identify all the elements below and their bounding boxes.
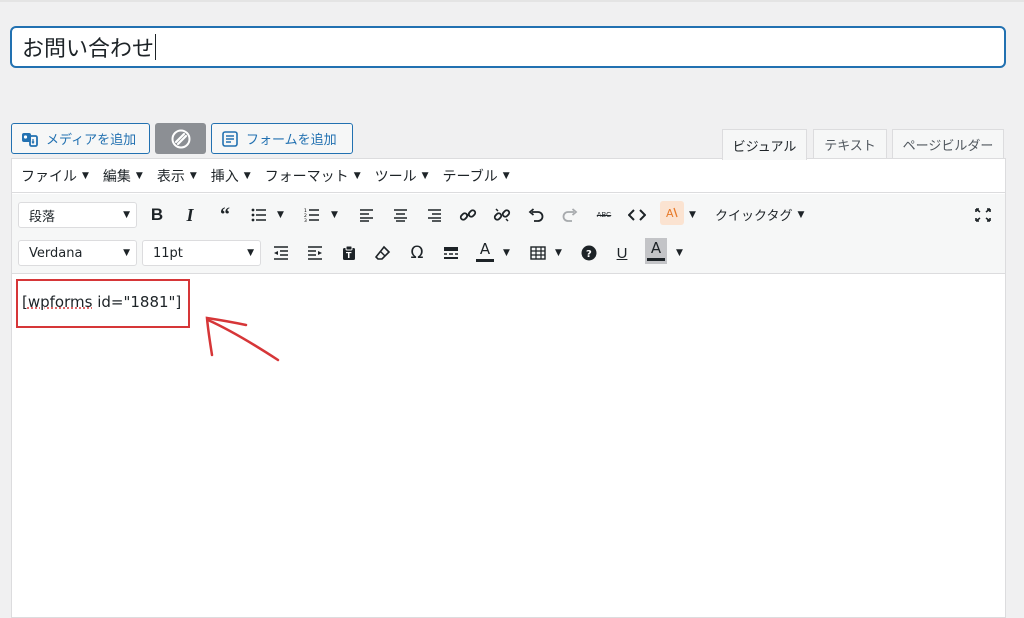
chevron-down-icon[interactable]: ▼ xyxy=(503,248,510,258)
chevron-down-icon: ▼ xyxy=(797,209,805,220)
add-media-button[interactable]: メディアを追加 xyxy=(11,123,150,154)
quick-tags-dropdown[interactable]: クイックタグ ▼ xyxy=(715,205,804,224)
tab-visual-label: ビジュアル xyxy=(732,139,797,155)
paste-text-icon[interactable]: T xyxy=(338,241,360,265)
svg-text:?: ? xyxy=(586,249,592,260)
bold-icon[interactable]: B xyxy=(146,203,168,227)
chevron-down-icon: ▼ xyxy=(123,210,130,220)
code-icon[interactable] xyxy=(626,203,648,227)
table-icon[interactable] xyxy=(527,241,549,265)
special-character-icon[interactable]: Ω xyxy=(406,241,428,265)
menu-tools[interactable]: ツール ▼ xyxy=(375,166,429,186)
font-size-value: 11pt xyxy=(153,245,183,261)
redo-icon[interactable] xyxy=(559,203,581,227)
menu-edit[interactable]: 編集 ▼ xyxy=(103,166,143,186)
align-center-icon[interactable] xyxy=(389,203,411,227)
menu-view[interactable]: 表示 ▼ xyxy=(157,166,197,186)
toolbar-row-2: Verdana ▼ 11pt ▼ T Ω A ▼ ▼ ? U A ▼ xyxy=(12,232,1005,274)
menu-insert[interactable]: 挿入 ▼ xyxy=(211,166,251,186)
plugin-button[interactable] xyxy=(155,123,206,154)
tab-visual[interactable]: ビジュアル xyxy=(722,129,807,160)
chevron-down-icon: ▼ xyxy=(189,170,197,181)
media-icon xyxy=(22,132,38,147)
tab-text[interactable]: テキスト xyxy=(813,129,887,159)
chevron-down-icon: ▼ xyxy=(502,170,510,181)
clear-formatting-icon[interactable] xyxy=(372,241,394,265)
horizontal-line-icon[interactable] xyxy=(440,241,462,265)
blockquote-icon[interactable]: “ xyxy=(214,203,236,227)
svg-text:T: T xyxy=(346,251,352,260)
menu-tools-label: ツール xyxy=(374,168,417,185)
chevron-down-icon: ▼ xyxy=(421,170,429,181)
menu-view-label: 表示 xyxy=(156,168,185,185)
chevron-down-icon: ▼ xyxy=(247,248,254,258)
chevron-down-icon: ▼ xyxy=(82,170,89,181)
link-icon[interactable] xyxy=(457,203,479,227)
chevron-down-icon[interactable]: ▼ xyxy=(331,210,338,220)
font-family-value: Verdana xyxy=(29,245,83,261)
highlight-icon[interactable]: A xyxy=(660,201,684,225)
unlink-icon[interactable] xyxy=(491,203,513,227)
outdent-icon[interactable] xyxy=(270,241,292,265)
svg-text:3: 3 xyxy=(304,218,307,222)
indent-icon[interactable] xyxy=(304,241,326,265)
undo-icon[interactable] xyxy=(525,203,547,227)
format-select[interactable]: 段落 ▼ xyxy=(18,202,137,228)
chevron-down-icon[interactable]: ▼ xyxy=(555,248,562,258)
menu-table-label: テーブル xyxy=(442,168,498,185)
underline-icon[interactable]: U xyxy=(611,241,633,265)
menu-format[interactable]: フォーマット ▼ xyxy=(265,166,361,186)
chevron-down-icon[interactable]: ▼ xyxy=(689,210,696,220)
strikethrough-icon[interactable]: ABC xyxy=(593,203,615,227)
annotation-arrow-icon xyxy=(205,316,280,362)
menu-file-label: ファイル xyxy=(21,168,77,185)
toolbar-row-1: 段落 ▼ B I “ ▼ 123 ▼ ABC A ▼ クイックタグ ▼ xyxy=(12,194,1005,232)
menu-insert-label: 挿入 xyxy=(210,168,239,185)
annotation-box xyxy=(16,279,190,328)
tab-page-builder-label: ページビルダー xyxy=(902,139,994,154)
tab-text-label: テキスト xyxy=(824,139,876,154)
menu-table[interactable]: テーブル ▼ xyxy=(443,166,510,186)
tab-page-builder[interactable]: ページビルダー xyxy=(892,129,1004,159)
text-caret xyxy=(155,34,157,60)
menu-format-label: フォーマット xyxy=(264,168,349,185)
form-icon xyxy=(222,130,238,147)
chevron-down-icon[interactable]: ▼ xyxy=(676,248,683,258)
top-divider xyxy=(0,0,1024,2)
align-right-icon[interactable] xyxy=(423,203,445,227)
post-title-text: お問い合わせ xyxy=(22,37,155,62)
background-color-icon[interactable]: A xyxy=(645,238,667,264)
format-select-value: 段落 xyxy=(29,209,56,225)
text-color-icon[interactable]: A xyxy=(474,240,496,264)
fullscreen-icon[interactable] xyxy=(972,203,994,227)
help-icon[interactable]: ? xyxy=(578,241,600,265)
align-left-icon[interactable] xyxy=(355,203,377,227)
menu-edit-label: 編集 xyxy=(102,168,131,185)
font-family-select[interactable]: Verdana ▼ xyxy=(18,240,137,266)
quick-tags-label: クイックタグ xyxy=(715,209,793,224)
font-size-select[interactable]: 11pt ▼ xyxy=(142,240,261,266)
chevron-down-icon: ▼ xyxy=(243,170,251,181)
chevron-down-icon: ▼ xyxy=(123,248,130,258)
add-media-label: メディアを追加 xyxy=(46,133,137,148)
add-form-button[interactable]: フォームを追加 xyxy=(211,123,353,154)
italic-icon[interactable]: I xyxy=(179,203,201,227)
chevron-down-icon: ▼ xyxy=(353,170,361,181)
plugin-logo-icon xyxy=(171,129,190,148)
svg-text:A: A xyxy=(666,207,674,220)
chevron-down-icon: ▼ xyxy=(135,170,143,181)
editor: ファイル ▼ 編集 ▼ 表示 ▼ 挿入 ▼ フォーマット ▼ ツール ▼ テーブル ▼ 段落 ▼… xyxy=(11,158,1006,618)
numbered-list-icon[interactable]: 123 xyxy=(301,203,323,227)
add-form-label: フォームを追加 xyxy=(246,133,337,148)
chevron-down-icon[interactable]: ▼ xyxy=(277,210,284,220)
editor-menubar: ファイル ▼ 編集 ▼ 表示 ▼ 挿入 ▼ フォーマット ▼ ツール ▼ テーブル ▼ xyxy=(12,159,1005,193)
post-title-input[interactable]: お問い合わせ xyxy=(10,26,1006,68)
menu-file[interactable]: ファイル ▼ xyxy=(21,166,89,186)
bullet-list-icon[interactable] xyxy=(248,203,270,227)
